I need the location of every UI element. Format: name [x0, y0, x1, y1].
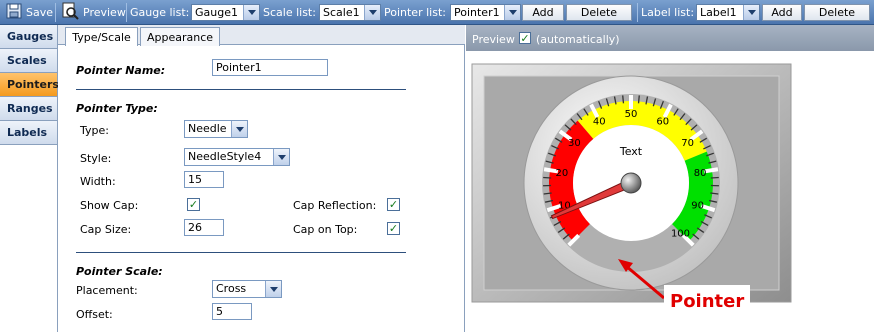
- sidebar-item-gauges[interactable]: Gauges: [0, 25, 57, 49]
- chevron-down-icon: [743, 5, 759, 20]
- sidebar-item-scales[interactable]: Scales: [0, 49, 57, 73]
- type-select[interactable]: Needle: [184, 120, 248, 138]
- offset-label: Offset:: [76, 308, 113, 321]
- checkmark-icon: ✓: [520, 33, 529, 44]
- preview-title: Preview: [472, 33, 515, 46]
- gauge-scale-label: 40: [593, 117, 606, 128]
- delete-label-button[interactable]: Delete: [804, 4, 870, 21]
- gauge-scale-label: 90: [691, 201, 704, 212]
- pointer-list-value: Pointer1: [454, 6, 500, 19]
- add-pointer-button[interactable]: Add: [522, 4, 564, 21]
- tab-appearance[interactable]: Appearance: [140, 27, 220, 46]
- sidebar-item-labels[interactable]: Labels: [0, 121, 57, 145]
- gauge-list-label: Gauge list:: [130, 0, 189, 25]
- show-cap-checkbox[interactable]: ✓: [187, 198, 200, 211]
- tab-bar: Type/Scale Appearance: [58, 25, 465, 45]
- save-icon: [6, 3, 22, 22]
- preview-header: Preview ✓ (automatically): [466, 25, 874, 51]
- type-value: Needle: [188, 122, 227, 135]
- chevron-down-icon: [231, 121, 247, 137]
- style-label: Style:: [80, 152, 111, 165]
- tab-type-scale[interactable]: Type/Scale: [65, 27, 138, 46]
- gauge-scale-label: 20: [555, 168, 568, 179]
- callout-label: Pointer: [670, 291, 744, 312]
- preview-icon: [61, 2, 79, 23]
- sidebar-item-ranges[interactable]: Ranges: [0, 97, 57, 121]
- gauge-cap: [621, 173, 641, 193]
- type-label: Type:: [80, 124, 109, 137]
- pointer-list-label: Pointer list:: [384, 0, 446, 25]
- divider: [76, 252, 406, 253]
- label-list-select[interactable]: Label1: [696, 4, 760, 21]
- pointer-type-heading: Pointer Type:: [76, 102, 158, 115]
- gauge-minor-tick: [623, 95, 624, 103]
- gauge-scale-label: 30: [568, 138, 581, 149]
- show-cap-label: Show Cap:: [80, 199, 138, 212]
- cap-on-top-checkbox[interactable]: ✓: [387, 222, 400, 235]
- add-label-button[interactable]: Add: [762, 4, 802, 21]
- chevron-down-icon: [243, 5, 259, 20]
- pointer-list-select[interactable]: Pointer1: [450, 4, 521, 21]
- placement-label: Placement:: [76, 284, 138, 297]
- checkmark-icon: ✓: [389, 223, 398, 234]
- cap-on-top-label: Cap on Top:: [293, 223, 357, 236]
- sidebar: Gauges Scales Pointers Ranges Labels: [0, 25, 58, 332]
- auto-preview-label: (automatically): [536, 33, 620, 46]
- preview-panel: Preview ✓ (automatically): [466, 25, 874, 332]
- label-list-value: Label1: [700, 6, 737, 19]
- gauge-list-value: Gauge1: [195, 6, 238, 19]
- save-label: Save: [26, 6, 53, 19]
- delete-pointer-button[interactable]: Delete: [566, 4, 632, 21]
- chevron-down-icon: [265, 281, 281, 297]
- gauge-scale-label: 60: [656, 117, 669, 128]
- scale-list-value: Scale1: [323, 6, 360, 19]
- placement-value: Cross: [216, 282, 246, 295]
- width-label: Width:: [80, 175, 116, 188]
- label-list-label: Label list:: [641, 0, 694, 25]
- save-button[interactable]: Save: [6, 0, 53, 25]
- gauge-preview: 102030405060708090100 Text Pointer: [466, 51, 874, 332]
- gauge-list-select[interactable]: Gauge1: [191, 4, 260, 21]
- pointer-scale-heading: Pointer Scale:: [76, 265, 163, 278]
- chevron-down-icon: [273, 149, 289, 165]
- gauge-minor-tick: [639, 95, 640, 103]
- gauge-scale-label: 80: [694, 168, 707, 179]
- cap-reflection-checkbox[interactable]: ✓: [387, 198, 400, 211]
- chevron-down-icon: [364, 5, 380, 20]
- gauge-scale-label: 100: [671, 228, 690, 239]
- gauge-scale-label: 50: [625, 109, 638, 120]
- checkmark-icon: ✓: [389, 199, 398, 210]
- divider: [76, 89, 406, 90]
- pointer-name-label: Pointer Name:: [76, 64, 165, 77]
- style-value: NeedleStyle4: [188, 150, 261, 163]
- properties-panel: Type/Scale Appearance Pointer Name: Poin…: [58, 25, 465, 332]
- gauge-minor-tick: [711, 177, 719, 178]
- scale-list-label: Scale list:: [263, 0, 316, 25]
- offset-input[interactable]: 5: [212, 303, 252, 320]
- width-input[interactable]: 15: [184, 171, 224, 188]
- toolbar: Save Preview Gauge list: Gauge1 Scale li…: [0, 0, 874, 25]
- cap-size-input[interactable]: 26: [184, 219, 224, 236]
- placement-select[interactable]: Cross: [212, 280, 282, 298]
- auto-preview-checkbox[interactable]: ✓: [519, 32, 531, 44]
- cap-reflection-label: Cap Reflection:: [293, 199, 376, 212]
- sidebar-item-pointers[interactable]: Pointers: [0, 73, 57, 97]
- gauge-minor-tick: [543, 177, 551, 178]
- chevron-down-icon: [504, 5, 520, 20]
- scale-list-select[interactable]: Scale1: [319, 4, 381, 21]
- style-select[interactable]: NeedleStyle4: [184, 148, 290, 166]
- gauge-center-text: Text: [619, 145, 643, 158]
- gauge-scale-label: 70: [681, 138, 694, 149]
- checkmark-icon: ✓: [189, 199, 198, 210]
- pointer-name-input[interactable]: Pointer1: [212, 59, 328, 76]
- preview-label: Preview: [83, 6, 126, 19]
- preview-button[interactable]: Preview: [61, 0, 126, 25]
- cap-size-label: Cap Size:: [80, 223, 131, 236]
- preview-canvas: 102030405060708090100 Text Pointer: [466, 51, 874, 332]
